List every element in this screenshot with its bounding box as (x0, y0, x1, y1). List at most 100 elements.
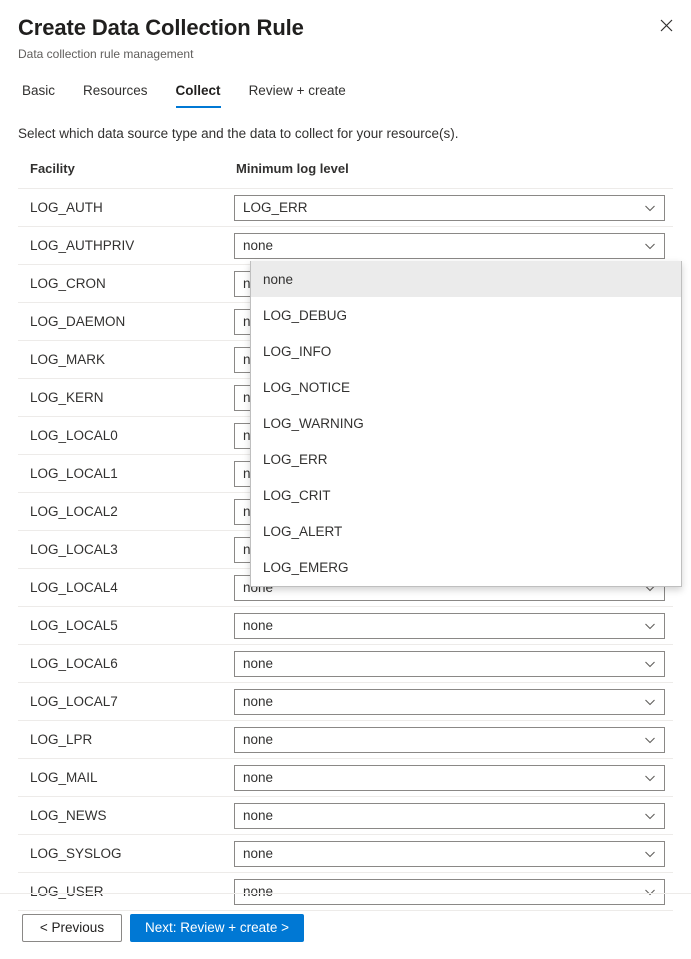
log-level-selected-value: LOG_ERR (243, 200, 644, 215)
dropdown-option-log-debug[interactable]: LOG_DEBUG (251, 297, 681, 333)
facility-label: LOG_LOCAL1 (18, 466, 234, 481)
facility-label: LOG_LPR (18, 732, 234, 747)
facility-label: LOG_LOCAL0 (18, 428, 234, 443)
next-review-create-button[interactable]: Next: Review + create > (130, 914, 304, 942)
log-level-selected-value: none (243, 770, 644, 785)
facility-label: LOG_MAIL (18, 770, 234, 785)
facility-label: LOG_LOCAL6 (18, 656, 234, 671)
facility-label: LOG_LOCAL4 (18, 580, 234, 595)
facility-cell: LOG_LOCAL5 (18, 607, 234, 645)
log-level-cell: none (234, 607, 673, 645)
tab-basic[interactable]: Basic (18, 82, 69, 108)
log-level-selected-value: none (243, 732, 644, 747)
facility-label: LOG_LOCAL5 (18, 618, 234, 633)
table-row: LOG_AUTH LOG_ERR (18, 189, 673, 227)
column-header-minimum-log-level: Minimum log level (234, 161, 673, 189)
dropdown-option-log-warning[interactable]: LOG_WARNING (251, 405, 681, 441)
facility-cell: LOG_AUTH (18, 189, 234, 227)
facility-label: LOG_LOCAL2 (18, 504, 234, 519)
facility-label: LOG_MARK (18, 352, 234, 367)
facility-cell: LOG_LOCAL1 (18, 455, 234, 493)
log-level-cell: LOG_ERR (234, 189, 673, 227)
table-row: LOG_LPR none (18, 721, 673, 759)
page-subtitle: Data collection rule management (18, 46, 673, 62)
facility-label: LOG_DAEMON (18, 314, 234, 329)
dropdown-option-log-info[interactable]: LOG_INFO (251, 333, 681, 369)
log-level-selected-value: none (243, 808, 644, 823)
facility-cell: LOG_LOCAL3 (18, 531, 234, 569)
log-level-select-log-authpriv[interactable]: none (234, 233, 665, 259)
wizard-tabs: Basic Resources Collect Review + create (0, 78, 691, 108)
facility-cell: LOG_LPR (18, 721, 234, 759)
facility-cell: LOG_KERN (18, 379, 234, 417)
dropdown-option-none[interactable]: none (251, 261, 681, 297)
log-level-select-log-lpr[interactable]: none (234, 727, 665, 753)
previous-button[interactable]: < Previous (22, 914, 122, 942)
dropdown-option-log-emerg[interactable]: LOG_EMERG (251, 549, 681, 585)
facility-label: LOG_LOCAL3 (18, 542, 234, 557)
dropdown-option-log-err[interactable]: LOG_ERR (251, 441, 681, 477)
intro-text: Select which data source type and the da… (18, 124, 673, 143)
log-level-cell: none (234, 797, 673, 835)
log-level-selected-value: none (243, 618, 644, 633)
chevron-down-icon (644, 772, 656, 784)
facility-label: LOG_CRON (18, 276, 234, 291)
table-row: LOG_NEWS none (18, 797, 673, 835)
tab-basic-label: Basic (22, 83, 55, 98)
column-header-facility: Facility (18, 161, 234, 189)
facility-cell: LOG_LOCAL7 (18, 683, 234, 721)
dropdown-option-log-crit[interactable]: LOG_CRIT (251, 477, 681, 513)
facility-cell: LOG_DAEMON (18, 303, 234, 341)
page-title: Create Data Collection Rule (18, 14, 673, 42)
wizard-footer: < Previous Next: Review + create > (0, 893, 691, 942)
chevron-down-icon (644, 696, 656, 708)
chevron-down-icon (644, 658, 656, 670)
tab-collect[interactable]: Collect (162, 82, 235, 108)
facility-cell: LOG_SYSLOG (18, 835, 234, 873)
log-level-cell: none (234, 227, 673, 265)
log-level-selected-value: none (243, 694, 644, 709)
tab-resources[interactable]: Resources (69, 82, 162, 108)
facility-label: LOG_KERN (18, 390, 234, 405)
table-row: LOG_LOCAL6 none (18, 645, 673, 683)
dropdown-option-log-alert[interactable]: LOG_ALERT (251, 513, 681, 549)
facility-cell: LOG_LOCAL6 (18, 645, 234, 683)
facility-label: LOG_SYSLOG (18, 846, 234, 861)
log-level-cell: none (234, 835, 673, 873)
facility-cell: LOG_MAIL (18, 759, 234, 797)
tab-review-create-label: Review + create (249, 83, 346, 98)
log-level-selected-value: none (243, 238, 644, 253)
table-row: LOG_MAIL none (18, 759, 673, 797)
log-level-select-log-mail[interactable]: none (234, 765, 665, 791)
facility-cell: LOG_LOCAL0 (18, 417, 234, 455)
close-button[interactable] (653, 12, 679, 38)
log-level-select-log-local6[interactable]: none (234, 651, 665, 677)
facility-label: LOG_AUTHPRIV (18, 238, 234, 253)
log-level-select-log-auth[interactable]: LOG_ERR (234, 195, 665, 221)
log-level-dropdown-listbox[interactable]: noneLOG_DEBUGLOG_INFOLOG_NOTICELOG_WARNI… (250, 261, 682, 587)
log-level-cell: none (234, 645, 673, 683)
table-row: LOG_AUTHPRIV none (18, 227, 673, 265)
chevron-down-icon (644, 734, 656, 746)
facility-label: LOG_NEWS (18, 808, 234, 823)
log-level-selected-value: none (243, 656, 644, 671)
facility-cell: LOG_NEWS (18, 797, 234, 835)
facility-cell: LOG_AUTHPRIV (18, 227, 234, 265)
log-level-select-log-local5[interactable]: none (234, 613, 665, 639)
tab-review-create[interactable]: Review + create (235, 82, 360, 108)
facility-cell: LOG_CRON (18, 265, 234, 303)
table-row: LOG_LOCAL5 none (18, 607, 673, 645)
tab-resources-label: Resources (83, 83, 148, 98)
table-header-row: Facility Minimum log level (18, 161, 673, 189)
tab-collect-label: Collect (176, 83, 221, 98)
close-icon (660, 19, 673, 32)
log-level-select-log-local7[interactable]: none (234, 689, 665, 715)
facility-label: LOG_AUTH (18, 200, 234, 215)
table-row: LOG_SYSLOGnone (18, 835, 673, 873)
log-level-select-log-news[interactable]: none (234, 803, 665, 829)
log-level-select-log-syslog[interactable]: none (234, 841, 665, 867)
facility-cell: LOG_MARK (18, 341, 234, 379)
log-level-cell: none (234, 683, 673, 721)
dropdown-option-log-notice[interactable]: LOG_NOTICE (251, 369, 681, 405)
facility-label: LOG_LOCAL7 (18, 694, 234, 709)
